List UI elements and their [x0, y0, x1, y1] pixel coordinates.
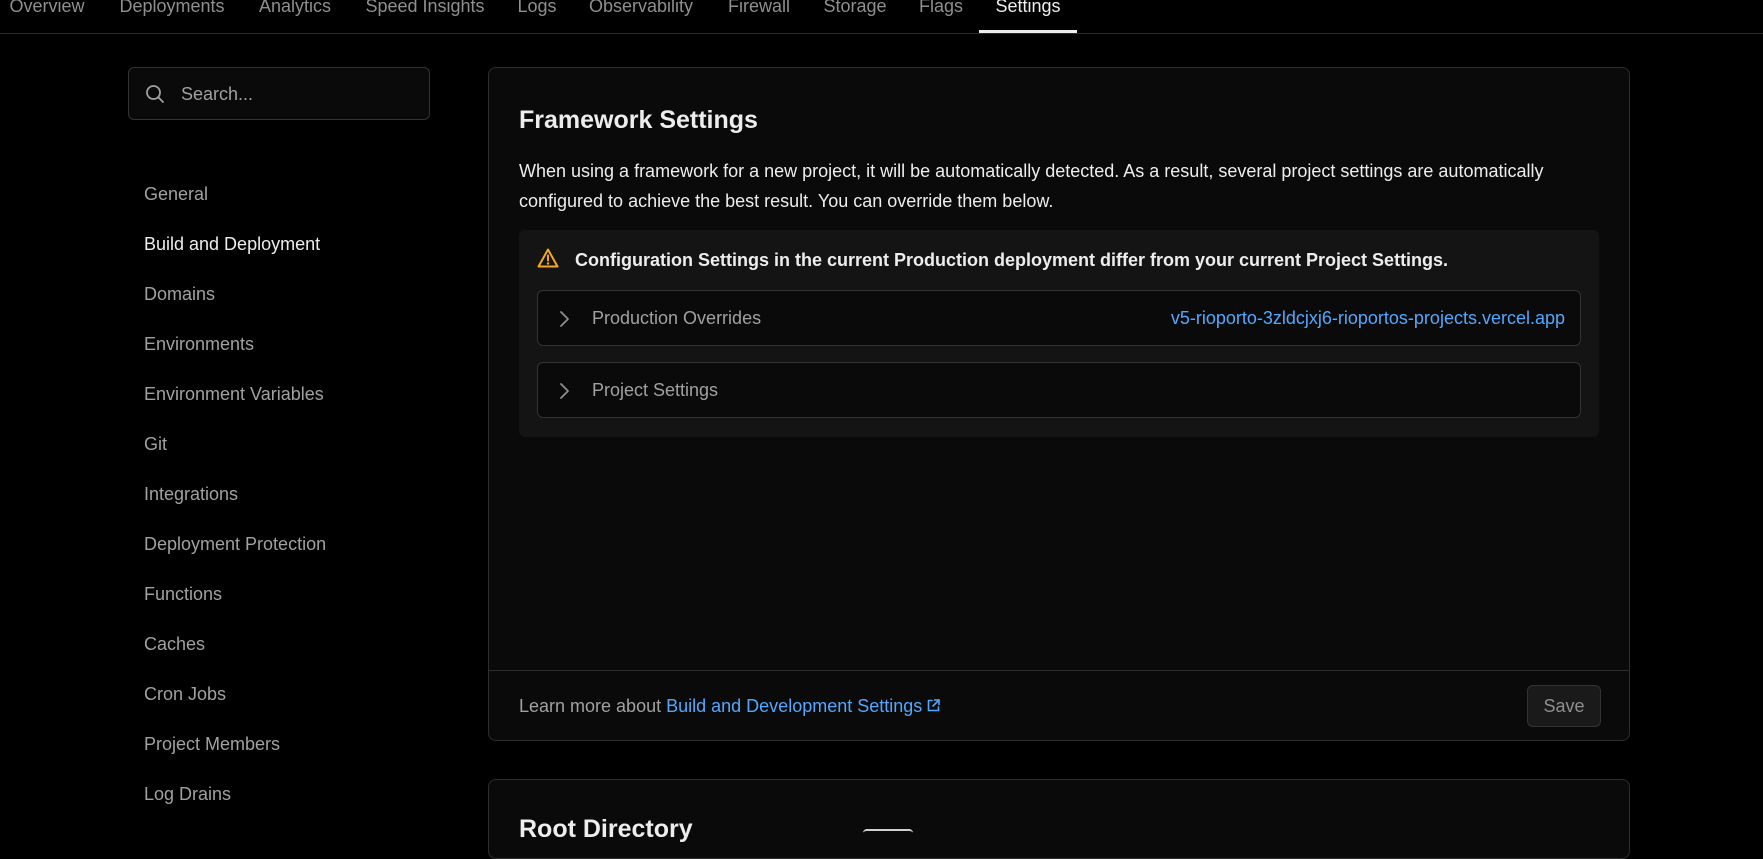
project-tabs: Overview Deployments Analytics Speed Ins…: [0, 0, 1763, 34]
warning-triangle-icon: [537, 248, 559, 268]
project-settings-label: Project Settings: [592, 380, 719, 400]
production-overrides-row[interactable]: Production Overrides v5-rioporto-3zldcjx…: [537, 290, 1581, 346]
active-tab-indicator: [979, 30, 1077, 33]
sidebar-item-project-members[interactable]: Project Members: [144, 733, 280, 755]
sidebar-item-cron-jobs[interactable]: Cron Jobs: [144, 683, 226, 705]
project-settings-row[interactable]: Project Settings: [537, 362, 1581, 418]
sidebar-item-log-drains[interactable]: Log Drains: [144, 783, 231, 805]
configuration-warning: Configuration Settings in the current Pr…: [519, 230, 1599, 437]
search-input[interactable]: [179, 68, 423, 121]
tab-storage[interactable]: Storage: [823, 0, 886, 34]
tab-analytics[interactable]: Analytics: [259, 0, 331, 34]
root-directory-card: Root Directory: [488, 779, 1630, 859]
docs-link-label: Build and Development Settings: [666, 696, 923, 716]
tab-speed-insights[interactable]: Speed Insights: [365, 0, 484, 34]
sidebar-item-git[interactable]: Git: [144, 433, 167, 455]
external-link-icon: [927, 699, 941, 712]
card-footer: Learn more about Build and Development S…: [489, 670, 1629, 741]
settings-search[interactable]: [128, 67, 430, 121]
sidebar-item-functions[interactable]: Functions: [144, 583, 222, 605]
sidebar-item-caches[interactable]: Caches: [144, 633, 205, 655]
sidebar-item-integrations[interactable]: Integrations: [144, 483, 238, 505]
tab-flags[interactable]: Flags: [919, 0, 963, 34]
sidebar-item-build-and-deployment[interactable]: Build and Deployment: [144, 233, 320, 255]
tab-observability[interactable]: Observability: [589, 0, 693, 34]
sidebar-item-general[interactable]: General: [144, 183, 208, 205]
framework-settings-card: Framework Settings When using a framewor…: [488, 67, 1630, 741]
learn-more-prefix: Learn more about: [519, 696, 662, 716]
section-title: Framework Settings: [519, 106, 758, 134]
tab-deployments[interactable]: Deployments: [119, 0, 224, 34]
sidebar-item-environments[interactable]: Environments: [144, 333, 254, 355]
production-overrides-label: Production Overrides: [592, 308, 762, 328]
sidebar-item-deployment-protection[interactable]: Deployment Protection: [144, 533, 326, 555]
root-directory-title: Root Directory: [519, 815, 693, 843]
tab-overview[interactable]: Overview: [9, 0, 84, 34]
sidebar-item-domains[interactable]: Domains: [144, 283, 215, 305]
search-icon: [146, 85, 164, 103]
production-deployment-link[interactable]: v5-rioporto-3zldcjxj6-rioportos-projects…: [1171, 308, 1565, 329]
chevron-right-icon: [560, 311, 569, 327]
warning-text: Configuration Settings in the current Pr…: [575, 250, 1449, 270]
chevron-right-icon: [560, 383, 569, 399]
sidebar-item-environment-variables[interactable]: Environment Variables: [144, 383, 324, 405]
build-settings-docs-link[interactable]: Build and Development Settings: [666, 696, 941, 716]
tab-firewall[interactable]: Firewall: [728, 0, 790, 34]
learn-more-text: Learn more about Build and Development S…: [519, 696, 941, 717]
save-button[interactable]: Save: [1527, 685, 1601, 727]
root-directory-badge: [863, 829, 913, 837]
section-description: When using a framework for a new project…: [519, 161, 1544, 211]
tab-settings[interactable]: Settings: [995, 0, 1060, 34]
tab-logs[interactable]: Logs: [517, 0, 556, 34]
